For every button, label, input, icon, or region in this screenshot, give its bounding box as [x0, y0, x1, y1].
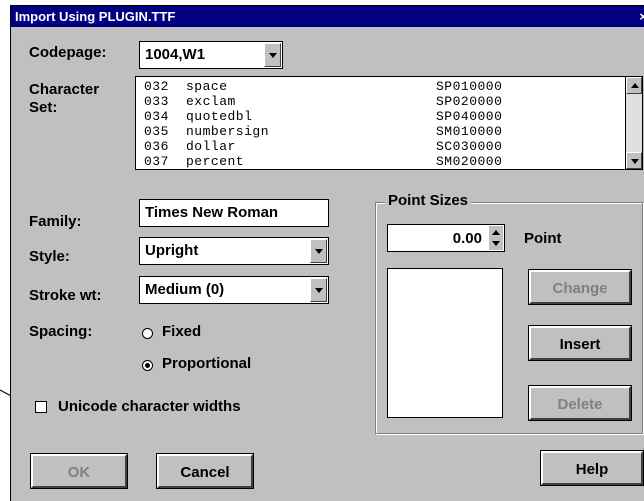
stroke-dropdown[interactable]: Medium (0) — [139, 276, 329, 304]
point-sizes-list[interactable] — [387, 268, 503, 418]
point-sizes-title: Point Sizes — [385, 192, 472, 209]
char-code: 036 — [144, 139, 169, 154]
family-value: Times New Roman — [145, 204, 279, 221]
character-set-list[interactable]: 032 space SP010000 033 exclam SP020000 034 quot… — [135, 76, 643, 170]
scroll-up-button[interactable] — [626, 77, 642, 94]
cancel-button[interactable]: Cancel — [156, 453, 254, 489]
window-title: Import Using PLUGIN.TTF — [15, 9, 176, 24]
char-name: numbersign — [186, 124, 270, 139]
char-id: SP010000 — [436, 79, 503, 94]
style-dropdown[interactable]: Upright — [139, 237, 329, 265]
stroke-label: Stroke wt: — [29, 287, 102, 304]
radio-proportional[interactable] — [142, 360, 153, 371]
charset-label-line1: Character — [29, 81, 100, 98]
char-code: 037 — [144, 154, 169, 169]
spin-up-icon[interactable] — [492, 230, 500, 235]
char-id: SC030000 — [436, 139, 503, 154]
ok-button[interactable]: OK — [30, 453, 128, 489]
spinner-buttons[interactable] — [489, 226, 503, 250]
delete-button[interactable]: Delete — [528, 385, 632, 421]
unicode-widths-checkbox[interactable] — [35, 401, 47, 413]
char-name: percent — [186, 154, 245, 169]
codepage-label: Codepage: — [29, 44, 107, 61]
char-code: 034 — [144, 109, 169, 124]
char-code: 032 — [144, 79, 169, 94]
chevron-down-icon[interactable] — [310, 239, 327, 263]
radio-fixed[interactable] — [142, 328, 153, 339]
point-size-value: 0.00 — [452, 230, 482, 247]
char-name: dollar — [186, 139, 236, 154]
point-unit-label: Point — [524, 230, 562, 247]
char-code: 035 — [144, 124, 169, 139]
char-name: exclam — [186, 94, 236, 109]
spacing-label: Spacing: — [29, 323, 93, 340]
chevron-down-icon[interactable] — [310, 278, 327, 302]
char-id: SM010000 — [436, 124, 503, 139]
char-name: space — [186, 79, 228, 94]
point-size-spinner[interactable]: 0.00 — [387, 224, 505, 252]
char-code: 033 — [144, 94, 169, 109]
unicode-widths-label: Unicode character widths — [58, 398, 241, 415]
spin-down-icon[interactable] — [492, 241, 500, 246]
insert-button[interactable]: Insert — [528, 325, 632, 361]
char-id: SM020000 — [436, 154, 503, 169]
char-id: SP020000 — [436, 94, 503, 109]
charset-scrollbar[interactable] — [625, 77, 642, 169]
char-name: quotedbl — [186, 109, 253, 124]
family-label: Family: — [29, 213, 82, 230]
codepage-value: 1004,W1 — [145, 46, 206, 63]
char-id: SP040000 — [436, 109, 503, 124]
charset-label-line2: Set: — [29, 99, 58, 116]
change-button[interactable]: Change — [528, 269, 632, 305]
import-dialog: Import Using PLUGIN.TTF × Codepage: 1004… — [10, 5, 644, 501]
style-label: Style: — [29, 248, 70, 265]
title-bar: Import Using PLUGIN.TTF × — [11, 6, 644, 27]
close-icon[interactable]: × — [639, 9, 644, 24]
help-button[interactable]: Help — [540, 450, 644, 486]
family-input[interactable]: Times New Roman — [139, 199, 329, 227]
style-value: Upright — [145, 242, 199, 259]
stroke-value: Medium (0) — [145, 281, 225, 298]
scroll-down-button[interactable] — [626, 152, 642, 169]
radio-fixed-label: Fixed — [162, 323, 202, 340]
codepage-dropdown[interactable]: 1004,W1 — [139, 41, 283, 69]
radio-proportional-label: Proportional — [162, 355, 252, 372]
chevron-down-icon[interactable] — [264, 43, 281, 67]
